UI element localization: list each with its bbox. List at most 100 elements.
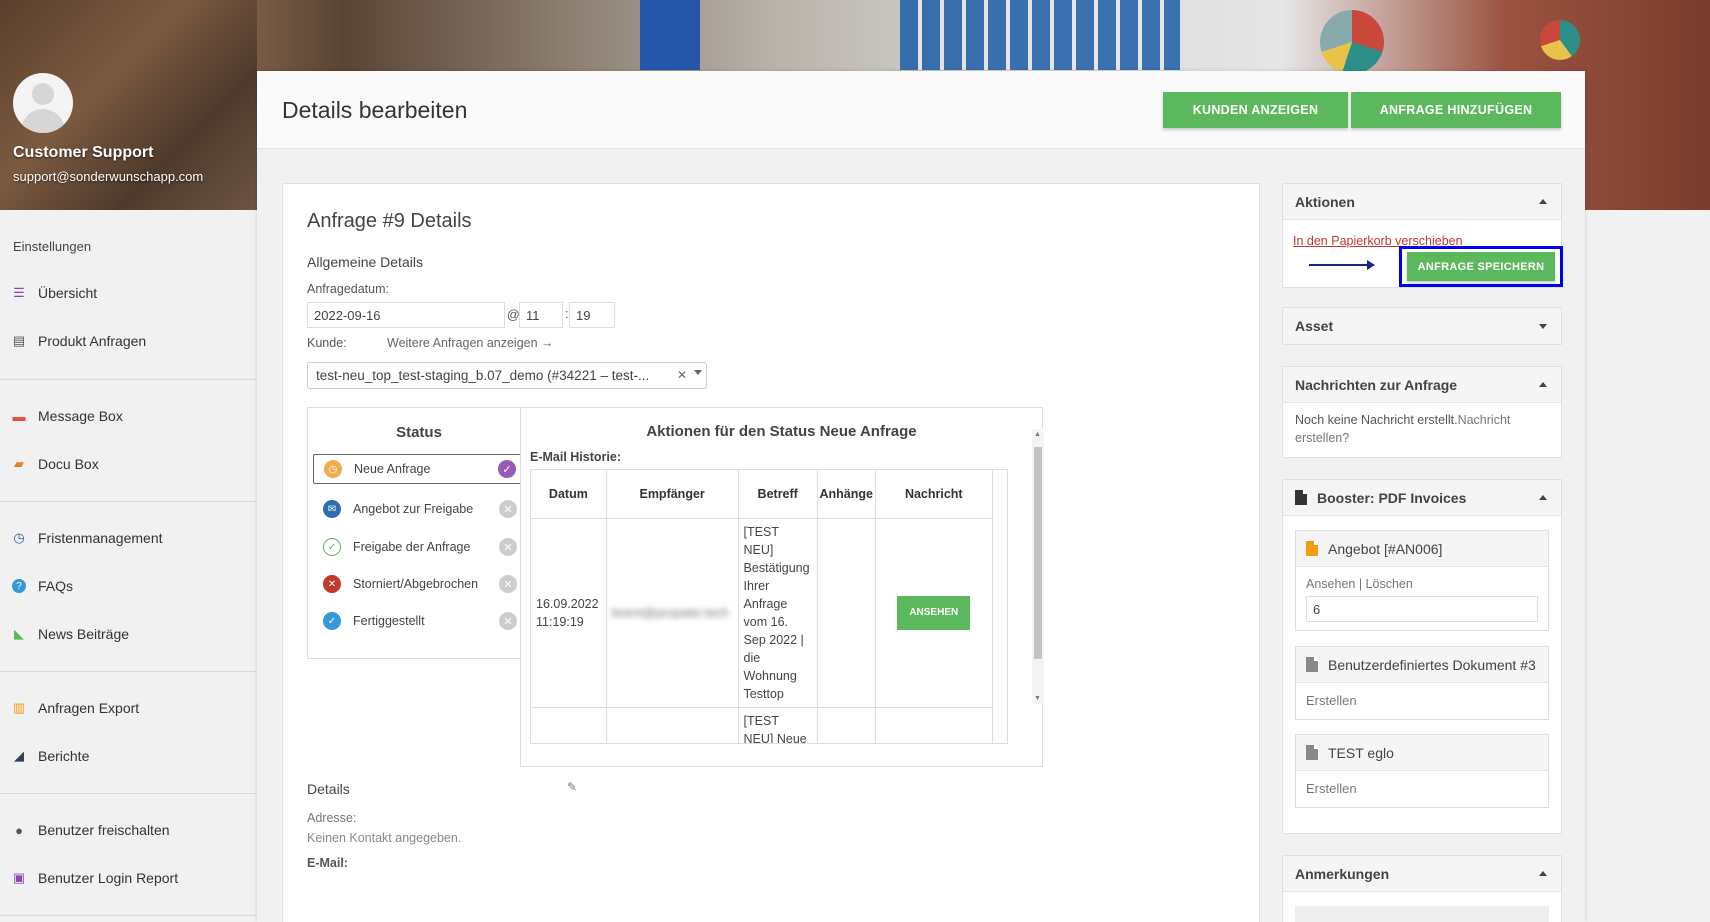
table-scrollbar[interactable]: ▲ ▼ bbox=[1032, 429, 1044, 704]
sidebar-item-deadlines[interactable]: ◷ Fristenmanagement bbox=[10, 526, 162, 550]
column-header: Nachricht bbox=[875, 470, 994, 519]
column-header: Empfänger bbox=[606, 470, 739, 519]
status-label: Fertiggestellt bbox=[353, 614, 425, 628]
edit-icon[interactable]: ✎ bbox=[567, 780, 577, 794]
more-requests-link[interactable]: Weitere Anfragen anzeigen → bbox=[387, 336, 554, 350]
cell-subject: [TEST NEU] Bestätigung Ihrer Anfrage vom… bbox=[738, 518, 818, 708]
date-input[interactable]: 2022-09-16 bbox=[307, 302, 505, 328]
scroll-down-icon[interactable]: ▼ bbox=[1034, 695, 1041, 702]
doc-title: TEST eglo bbox=[1328, 744, 1394, 761]
status-cancelled[interactable]: ✕ Storniert/Abgebrochen ✕ bbox=[313, 569, 525, 599]
column-header: Datum bbox=[531, 470, 607, 519]
chevron-up-icon[interactable] bbox=[1539, 382, 1547, 387]
table-icon: ▤ bbox=[12, 333, 26, 348]
status-completed[interactable]: ✓ Fertiggestellt ✕ bbox=[313, 606, 525, 636]
column-header: Betreff bbox=[738, 470, 818, 519]
add-request-button[interactable]: ANFRAGE HINZUFÜGEN bbox=[1351, 92, 1561, 128]
create-document-link[interactable]: Erstellen bbox=[1306, 781, 1357, 796]
status-offer-approval[interactable]: ✉ Angebot zur Freigabe ✕ bbox=[313, 494, 525, 524]
sidebar-item-message-box[interactable]: ▬ Message Box bbox=[10, 404, 123, 428]
sidebar-item-label: Übersicht bbox=[38, 285, 98, 301]
card-title: Aktionen bbox=[1295, 193, 1355, 210]
chart-icon: ◢ bbox=[14, 748, 24, 763]
view-message-button[interactable]: ANSEHEN bbox=[897, 595, 971, 630]
address-label: Adresse: bbox=[307, 811, 357, 825]
chevron-up-icon[interactable] bbox=[1539, 199, 1547, 204]
save-request-button[interactable]: ANFRAGE SPEICHERN bbox=[1407, 252, 1555, 281]
scroll-up-icon[interactable]: ▲ bbox=[1034, 431, 1041, 438]
profile-section: Customer Support support@sonderwunschapp… bbox=[0, 0, 257, 210]
divider bbox=[0, 501, 257, 502]
booster-card-header[interactable]: Booster: PDF Invoices bbox=[1283, 480, 1561, 516]
cell-attachments bbox=[817, 707, 876, 743]
create-document-link[interactable]: Erstellen bbox=[1306, 693, 1357, 708]
sidebar-item-label: Benutzer Login Report bbox=[38, 870, 179, 886]
clock-icon: ◷ bbox=[13, 530, 25, 545]
doc-title: Angebot [#AN006] bbox=[1328, 540, 1443, 557]
cancel-icon: ✕ bbox=[323, 575, 341, 593]
customer-select[interactable]: test-neu_top_test-staging_b.07_demo (#34… bbox=[307, 362, 707, 389]
chevron-up-icon[interactable] bbox=[1539, 495, 1547, 500]
asset-card: Asset bbox=[1282, 307, 1562, 345]
chevron-down-icon[interactable] bbox=[694, 370, 702, 375]
booster-card: Booster: PDF Invoices Angebot [#AN006] A… bbox=[1282, 479, 1562, 834]
banner-decoration bbox=[1540, 20, 1580, 60]
sidebar-item-reports[interactable]: ◢ Berichte bbox=[10, 744, 89, 768]
at-separator: @ bbox=[507, 308, 520, 322]
doc-number-input[interactable]: 6 bbox=[1306, 596, 1538, 622]
sidebar-item-overview[interactable]: ☰ Übersicht bbox=[10, 281, 97, 305]
sidebar-item-label: Benutzer freischalten bbox=[38, 822, 170, 838]
status-label: Angebot zur Freigabe bbox=[353, 502, 474, 516]
sidebar-item-unlock-users[interactable]: ● Benutzer freischalten bbox=[10, 818, 170, 842]
doc-actions[interactable]: Ansehen | Löschen bbox=[1306, 577, 1413, 591]
address-value: Keinen Kontakt angegeben. bbox=[307, 831, 462, 845]
cell-message: ANSEHEN bbox=[875, 518, 994, 708]
sidebar-item-faqs[interactable]: ? FAQs bbox=[10, 574, 73, 598]
arrow-annotation bbox=[1309, 264, 1371, 266]
actions-card-header[interactable]: Aktionen bbox=[1283, 184, 1561, 220]
details-heading: Details bbox=[307, 781, 350, 797]
document-icon bbox=[1306, 541, 1318, 556]
document-icon bbox=[1306, 657, 1318, 672]
sidebar-item-login-report[interactable]: ▣ Benutzer Login Report bbox=[10, 866, 178, 890]
request-details-card: Anfrage #9 Details Allgemeine Details An… bbox=[282, 183, 1260, 922]
scrollbar-thumb[interactable] bbox=[1034, 447, 1042, 659]
rss-icon: ◣ bbox=[14, 626, 24, 641]
banner-decoration bbox=[900, 0, 1180, 70]
minute-input[interactable]: 19 bbox=[569, 302, 615, 328]
card-title: Booster: PDF Invoices bbox=[1317, 489, 1467, 506]
hour-input[interactable]: 11 bbox=[519, 302, 563, 328]
check-circle-icon: ✓ bbox=[323, 538, 341, 556]
clear-icon[interactable]: ✕ bbox=[677, 368, 687, 382]
cell-attachments bbox=[817, 518, 876, 708]
document-icon bbox=[1306, 745, 1318, 760]
sidebar-item-product-requests[interactable]: ▤ Produkt Anfragen bbox=[10, 329, 146, 353]
doc-card-header: TEST eglo bbox=[1296, 735, 1548, 771]
notes-card: Anmerkungen bbox=[1282, 855, 1562, 922]
show-customers-button[interactable]: KUNDEN ANZEIGEN bbox=[1163, 92, 1348, 128]
close-icon: ✕ bbox=[499, 612, 517, 630]
status-request-approval[interactable]: ✓ Freigabe der Anfrage ✕ bbox=[313, 532, 525, 562]
nav-heading-settings[interactable]: Einstellungen bbox=[13, 239, 91, 254]
asset-card-header[interactable]: Asset bbox=[1283, 308, 1561, 344]
messages-card-header[interactable]: Nachrichten zur Anfrage bbox=[1283, 367, 1561, 403]
notes-card-header[interactable]: Anmerkungen bbox=[1283, 856, 1561, 892]
sidebar-item-export[interactable]: ▥ Anfragen Export bbox=[10, 696, 139, 720]
status-new-request[interactable]: ◷ Neue Anfrage ✓ bbox=[313, 454, 525, 484]
no-messages-text: Noch keine Nachricht erstellt. bbox=[1295, 413, 1458, 427]
chevron-down-icon[interactable] bbox=[1539, 324, 1547, 329]
folder-icon: ▰ bbox=[14, 456, 24, 471]
doc-card-header: Benutzerdefiniertes Dokument #3 bbox=[1296, 647, 1548, 683]
clock-icon: ◷ bbox=[324, 460, 342, 478]
card-title: Nachrichten zur Anfrage bbox=[1295, 376, 1458, 393]
sidebar-item-news[interactable]: ◣ News Beiträge bbox=[10, 622, 129, 646]
divider bbox=[0, 793, 257, 794]
doc-card-test-eglo: TEST eglo Erstellen bbox=[1295, 734, 1549, 808]
divider bbox=[0, 379, 257, 380]
email-history-table[interactable]: Datum Empfänger Betreff Anhänge Nachrich… bbox=[530, 469, 1008, 744]
status-label: Neue Anfrage bbox=[354, 462, 431, 476]
avatar[interactable] bbox=[13, 73, 73, 133]
column-header: Anhänge bbox=[817, 470, 876, 519]
chevron-up-icon[interactable] bbox=[1539, 871, 1547, 876]
sidebar-item-docu-box[interactable]: ▰ Docu Box bbox=[10, 452, 99, 476]
